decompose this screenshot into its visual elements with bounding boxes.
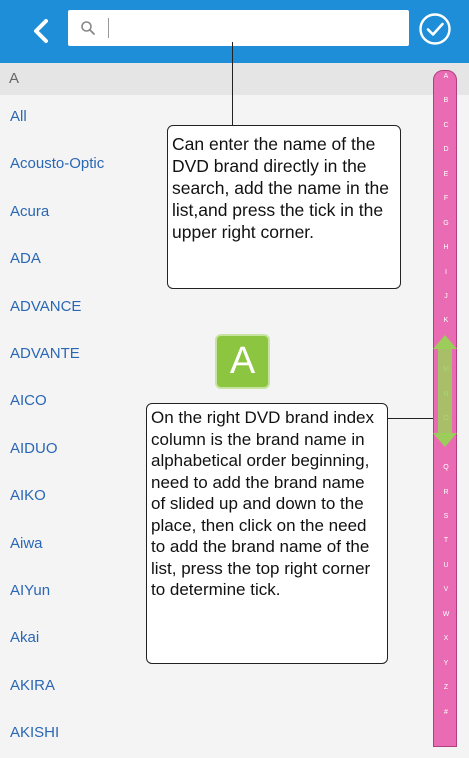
confirm-tick-icon[interactable] — [418, 12, 452, 46]
index-letter[interactable]: # — [434, 709, 458, 716]
brand-name: ADVANTE — [10, 344, 80, 362]
index-letter[interactable]: X — [434, 635, 458, 642]
current-letter: A — [229, 340, 256, 382]
section-letter: A — [9, 70, 20, 87]
index-letter[interactable]: Z — [434, 684, 458, 691]
section-header: A — [0, 63, 469, 95]
brand-list-item[interactable]: AKIRA — [0, 664, 420, 711]
top-bar — [0, 0, 469, 63]
brand-name: AKISHI — [10, 724, 60, 742]
brand-name: ADA — [10, 250, 41, 268]
index-letter[interactable]: Q — [434, 464, 458, 471]
search-tip-callout: Can enter the name of the DVD brand dire… — [167, 125, 401, 289]
brand-name: Acousto-Optic — [10, 155, 105, 173]
index-letter[interactable]: A — [434, 73, 458, 80]
search-input[interactable] — [112, 10, 402, 46]
brand-name: AKIRA — [10, 676, 56, 694]
brand-name: AICO — [10, 392, 47, 410]
index-letter[interactable]: T — [434, 537, 458, 544]
index-letter[interactable]: W — [434, 611, 458, 618]
brand-list-item[interactable]: ADVANCE — [0, 285, 420, 332]
brand-name: AIDUO — [10, 439, 58, 457]
text-caret — [108, 18, 109, 38]
brand-name: Akai — [10, 629, 40, 647]
index-letter[interactable]: I — [434, 269, 458, 276]
brand-name: ADVANCE — [10, 297, 82, 315]
index-letter[interactable]: R — [434, 489, 458, 496]
index-letter[interactable]: K — [434, 317, 458, 324]
index-letter[interactable]: C — [434, 122, 458, 129]
index-letter[interactable]: J — [434, 293, 458, 300]
index-letter[interactable]: D — [434, 146, 458, 153]
index-letter[interactable]: B — [434, 97, 458, 104]
brand-name: AIYun — [10, 581, 51, 599]
index-letter[interactable]: H — [434, 244, 458, 251]
back-arrow-icon[interactable] — [28, 16, 54, 46]
brand-list-item[interactable]: ADVANTE — [0, 332, 420, 379]
index-letter[interactable]: Y — [434, 660, 458, 667]
brand-name: AIKO — [10, 487, 46, 505]
current-letter-badge: A — [217, 336, 268, 387]
brand-name: All — [10, 108, 27, 125]
brand-name: Acura — [10, 202, 50, 220]
up-down-slider-icon — [433, 335, 457, 447]
index-letter[interactable]: V — [434, 586, 458, 593]
search-icon — [81, 21, 95, 35]
index-letter[interactable]: E — [434, 171, 458, 178]
index-callout-pointer — [388, 418, 433, 419]
index-letter[interactable]: F — [434, 195, 458, 202]
index-tip-callout: On the right DVD brand index column is t… — [146, 403, 388, 664]
brand-list-item[interactable]: AKISHI — [0, 711, 420, 758]
search-box — [68, 10, 409, 46]
index-letter[interactable]: S — [434, 513, 458, 520]
search-callout-pointer — [232, 42, 233, 126]
index-letter[interactable]: G — [434, 220, 458, 227]
brand-name: Aiwa — [10, 534, 43, 552]
index-letter[interactable]: U — [434, 562, 458, 569]
